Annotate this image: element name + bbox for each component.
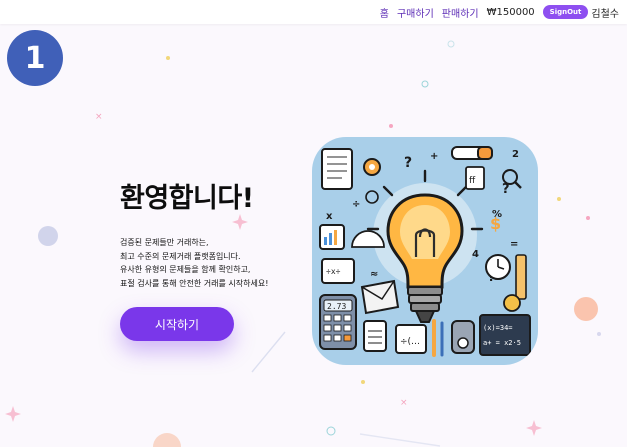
svg-text:≈: ≈ [370, 269, 378, 280]
deco-dot [557, 197, 561, 201]
hero-description-line: 최고 수준의 문제거래 플랫폼입니다. [120, 251, 241, 261]
deco-grey-orb [38, 226, 58, 246]
ruler-icon [515, 254, 527, 300]
deco-sparkle [232, 214, 248, 230]
svg-text:ff: ff [469, 176, 476, 186]
deco-cross: × [95, 112, 103, 122]
globe-icon [503, 294, 521, 312]
svg-text:x: x [326, 211, 333, 222]
nav-sell-link[interactable]: 판매하기 [442, 5, 479, 20]
bulb-base-icon [408, 294, 442, 304]
chalkboard-icon [479, 314, 531, 356]
small-calculator-icon [363, 320, 387, 352]
signout-button[interactable]: SignOut [542, 5, 589, 19]
atom-icon [365, 190, 379, 204]
bulb-base-icon [410, 302, 440, 312]
svg-text:÷: ÷ [352, 199, 360, 210]
deco-streak [359, 433, 441, 447]
deco-dot [361, 380, 365, 384]
svg-text:+: + [430, 151, 438, 162]
formula-text: ÷x÷ [326, 267, 341, 276]
deco-ring [421, 80, 429, 88]
deco-ring [326, 426, 336, 436]
bulb-inner-glow [400, 205, 450, 259]
svg-text:=: = [510, 239, 518, 250]
deco-cross: × [400, 398, 408, 408]
svg-text:4: 4 [472, 249, 479, 260]
nav-menu: 홈 구매하기 판매하기 ₩150000 SignOut 김철수 [380, 3, 619, 21]
top-navigation-bar: 홈 구매하기 판매하기 ₩150000 SignOut 김철수 [0, 0, 627, 24]
bulb-tip-icon [414, 310, 436, 323]
deco-orange-orb [574, 297, 598, 321]
deco-sparkle [5, 406, 21, 422]
start-button[interactable]: 시작하기 [120, 307, 234, 341]
deco-dot [586, 216, 590, 220]
user-name: 김철수 [591, 8, 619, 20]
svg-text:2: 2 [512, 149, 519, 160]
nav-home-link[interactable]: 홈 [380, 5, 389, 20]
hero-description-line: 유사한 유형의 문제들을 함께 확인하고, [120, 265, 251, 275]
step-number-badge: 1 [7, 30, 63, 86]
chalkboard-formula: (x)=34= [483, 324, 513, 332]
chalkboard-formula: a+ = x2·5 [483, 339, 521, 347]
calculator-display: 2.73 [327, 302, 346, 311]
svg-text:÷(…: ÷(… [400, 337, 420, 347]
nav-buy-link[interactable]: 구매하기 [397, 5, 434, 20]
dollar-icon: $ [490, 214, 501, 233]
deco-orange-orb-bottom [153, 433, 181, 447]
hero-description-line: 표절 검사를 통해 안전한 거래를 시작하세요! [120, 278, 269, 288]
question-mark-icon: ? [404, 155, 412, 171]
magnifier-icon [502, 169, 518, 185]
wallet-balance: ₩150000 [486, 6, 535, 18]
hero-description-line: 검증된 문제들만 거래하는, [120, 238, 209, 247]
hero-description: 검증된 문제들만 거래하는, 최고 수준의 문제거래 플랫폼입니다. 유사한 유… [120, 236, 268, 290]
lightbulb-math-illustration: ? ? ? ? +2 ÷% x= ≈4 ÷x÷ 2.73 [319, 146, 531, 357]
bulb-base-icon [407, 286, 443, 296]
notebook-icon [321, 148, 353, 190]
deco-streak [251, 331, 286, 373]
hero-illustration: ? ? ? ? +2 ÷% x= ≈4 ÷x÷ 2.73 [312, 137, 538, 365]
deco-dot [166, 56, 170, 60]
deco-dot [389, 124, 393, 128]
deco-dot [597, 332, 601, 336]
deco-ring [447, 40, 455, 48]
deco-sparkle [526, 420, 542, 436]
hero-title: 환영합니다! [120, 183, 254, 214]
